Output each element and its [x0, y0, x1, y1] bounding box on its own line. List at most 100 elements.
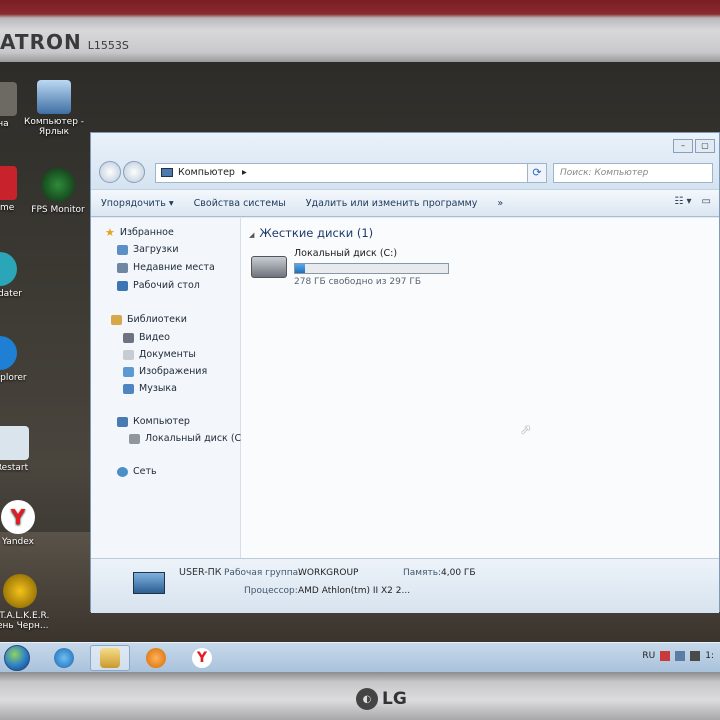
tray-volume-icon[interactable] [690, 651, 701, 661]
desktop-icon-yandex[interactable]: Y Yandex [0, 500, 58, 547]
navigation-pane: ★ Избранное Загрузки Недавние места Рабо… [91, 218, 241, 613]
minimize-button[interactable]: – [673, 139, 693, 153]
explorer-window[interactable]: – ▢ Компьютер ▸ ▼ ⟳ Поиск: Компьютер Упо… [90, 132, 720, 613]
nav-network[interactable]: Сеть [117, 466, 157, 477]
nav-libraries[interactable]: Библиотеки [111, 314, 187, 325]
nav-music[interactable]: Музыка [123, 383, 177, 394]
desktop: ина Компьютер - Ярлык 64 me FPS Monitor … [0, 62, 720, 642]
taskbar-app-yandex[interactable]: Y [182, 645, 222, 671]
internet-explorer-icon [0, 336, 17, 370]
desktop-icon[interactable]: iver dater [0, 252, 40, 299]
nav-favorites[interactable]: ★ Избранное [105, 226, 174, 239]
drive-usage-fill [295, 264, 305, 273]
nav-documents[interactable]: Документы [123, 349, 196, 360]
recent-places-icon [117, 262, 128, 273]
restart-icon [0, 426, 29, 460]
explorer-folder-icon [100, 648, 120, 668]
libraries-icon [111, 314, 122, 325]
window-controls: – ▢ [673, 139, 715, 153]
network-icon [117, 466, 128, 477]
documents-icon [123, 349, 134, 360]
refresh-icon[interactable]: ⟳ [527, 163, 547, 183]
tray-language[interactable]: RU [642, 651, 655, 661]
nav-computer[interactable]: Компьютер [117, 416, 190, 427]
nav-images[interactable]: Изображения [123, 366, 207, 377]
computer-shortcut-icon [37, 80, 71, 114]
desktop-icon-restart[interactable]: Restart [0, 426, 52, 473]
video-icon [123, 332, 134, 343]
address-bar-area: – ▢ Компьютер ▸ ▼ ⟳ Поиск: Компьютер [91, 133, 719, 189]
computer-icon [117, 416, 128, 427]
processor-value: AMD Athlon(tm) II X2 2... [298, 586, 411, 596]
group-header-hard-drives[interactable]: Жесткие диски (1) [249, 226, 373, 240]
yandex-icon: Y [192, 648, 212, 668]
app-4-icon [0, 166, 17, 200]
search-input[interactable]: Поиск: Компьютер [553, 163, 713, 183]
hard-drive-icon [251, 256, 287, 278]
view-options-icon[interactable]: ☷ ▾ [674, 196, 691, 207]
music-icon [123, 383, 134, 394]
organize-button[interactable]: Упорядочить ▾ [91, 198, 184, 209]
maximize-button[interactable]: ▢ [695, 139, 715, 153]
lg-circle-icon: ◐ [356, 688, 378, 710]
desktop-icon-stalker[interactable]: S.T.A.L.K.E.R. Тень Черн... [0, 574, 60, 632]
desktop-icon-computer-shortcut[interactable]: Компьютер - Ярлык [14, 80, 94, 138]
drive-local-disk-c[interactable]: Локальный диск (C:) 278 ГБ свободно из 2… [251, 248, 471, 288]
images-icon [123, 366, 134, 377]
command-toolbar: Упорядочить ▾ Свойства системы Удалить и… [91, 189, 719, 217]
drive-free-space: 278 ГБ свободно из 297 ГБ [294, 277, 422, 287]
hard-drive-icon [129, 433, 140, 444]
start-button[interactable] [4, 645, 30, 671]
downloads-icon [117, 244, 128, 255]
monitor-bezel-top: ATRON L1553S [0, 0, 720, 62]
taskbar: Y RU 1: [0, 642, 720, 672]
computer-name: USER-ПК [179, 567, 222, 578]
desktop-icon [117, 280, 128, 291]
uninstall-program-button[interactable]: Удалить или изменить программу [296, 198, 488, 209]
memory-label: Память: [403, 568, 442, 578]
taskbar-app[interactable] [44, 645, 84, 671]
system-tray: RU 1: [642, 651, 714, 661]
content-pane: Жесткие диски (1) Локальный диск (C:) 27… [241, 218, 719, 558]
monitor-brand: ATRON L1553S [0, 30, 129, 54]
taskbar-app[interactable] [136, 645, 176, 671]
stalker-icon [3, 574, 37, 608]
star-icon: ★ [105, 226, 115, 239]
drive-usage-bar [294, 263, 449, 274]
back-button[interactable] [99, 161, 121, 183]
desktop-icon[interactable]: ernet plorer [0, 336, 40, 383]
address-path: Компьютер [178, 167, 235, 178]
forward-button[interactable] [123, 161, 145, 183]
system-properties-button[interactable]: Свойства системы [184, 198, 296, 209]
address-field[interactable]: Компьютер ▸ ▼ [155, 163, 545, 183]
mouse-cursor-icon: ➚ [520, 422, 532, 438]
nav-downloads[interactable]: Загрузки [117, 244, 179, 255]
driver-updater-icon [0, 252, 17, 286]
toolbar-right: ☷ ▾ ▭ [674, 196, 711, 207]
workgroup-value: WORKGROUP [298, 568, 359, 578]
internet-explorer-icon [54, 648, 74, 668]
workgroup-label: Рабочая группа: [224, 568, 302, 578]
tray-flag-icon[interactable] [660, 651, 671, 661]
fps-monitor-icon [41, 168, 75, 202]
desktop-icon-fps-monitor[interactable]: FPS Monitor [18, 168, 98, 215]
media-player-icon [146, 648, 166, 668]
nav-local-disk[interactable]: Локальный диск (C [129, 433, 241, 444]
memory-value: 4,00 ГБ [441, 568, 476, 578]
nav-recent-places[interactable]: Недавние места [117, 262, 215, 273]
computer-icon [161, 168, 173, 177]
yandex-icon: Y [1, 500, 35, 534]
details-pane: USER-ПК Рабочая группа: WORKGROUP Память… [91, 558, 719, 613]
drive-name: Локальный диск (C:) [294, 248, 398, 259]
lg-logo: ◐ LG [356, 688, 407, 710]
tray-clock[interactable]: 1: [705, 651, 714, 661]
processor-label: Процессор: [244, 586, 298, 596]
nav-desktop[interactable]: Рабочий стол [117, 280, 200, 291]
more-commands-button[interactable]: » [487, 198, 513, 209]
taskbar-app-explorer[interactable] [90, 645, 130, 671]
preview-pane-icon[interactable]: ▭ [702, 196, 711, 207]
nav-video[interactable]: Видео [123, 332, 170, 343]
address-separator: ▸ [241, 167, 247, 178]
computer-icon [133, 572, 165, 594]
tray-network-icon[interactable] [675, 651, 686, 661]
